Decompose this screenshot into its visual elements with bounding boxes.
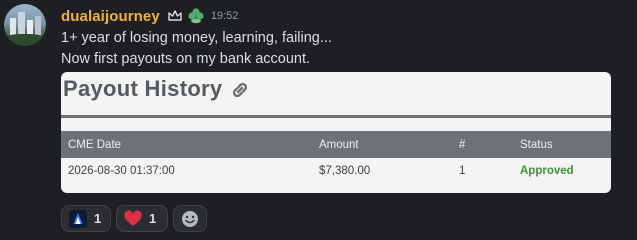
- custom-logo-emoji-icon: [68, 209, 88, 229]
- title-divider: [61, 115, 611, 118]
- payout-history-image[interactable]: Payout History CME Date Amount # Status …: [61, 72, 611, 193]
- column-header-amount: Amount: [319, 139, 359, 151]
- card-title: Payout History: [63, 76, 223, 101]
- reaction-count: 1: [149, 211, 157, 226]
- column-header-status: Status: [520, 139, 553, 151]
- avatar[interactable]: [4, 4, 46, 46]
- heart-emoji-icon: [123, 209, 143, 229]
- cell-date: 2026-08-30 01:37:00: [68, 165, 175, 177]
- link-icon: [229, 81, 251, 99]
- username[interactable]: dualaijourney: [61, 8, 160, 25]
- reaction-count: 1: [94, 211, 102, 226]
- column-header-number: #: [459, 139, 466, 151]
- message-header: dualaijourney 19:52: [61, 6, 238, 26]
- add-reaction-button[interactable]: [173, 205, 207, 232]
- table-row: 2026-08-30 01:37:00 $7,380.00 1 Approved: [61, 158, 611, 186]
- clover-icon[interactable]: [187, 7, 205, 25]
- reaction-custom-logo[interactable]: 1: [61, 205, 111, 232]
- reaction-heart[interactable]: 1: [116, 205, 168, 232]
- message-text-line: 1+ year of losing money, learning, faili…: [61, 30, 332, 46]
- add-reaction-icon: [180, 209, 200, 229]
- reactions-bar: 1 1: [61, 205, 207, 232]
- message-timestamp: 19:52: [210, 10, 239, 22]
- crown-icon: [167, 8, 183, 24]
- table-header: CME Date Amount # Status: [61, 131, 611, 158]
- message-text-line: Now first payouts on my bank account.: [61, 51, 311, 67]
- avatar-trees: [4, 34, 46, 46]
- chat-message: dualaijourney 19:52 1+ year of losing mo…: [0, 0, 637, 240]
- cell-amount: $7,380.00: [319, 165, 371, 177]
- cell-status: Approved: [520, 165, 574, 177]
- column-header-date: CME Date: [68, 139, 122, 151]
- cell-number: 1: [459, 165, 466, 177]
